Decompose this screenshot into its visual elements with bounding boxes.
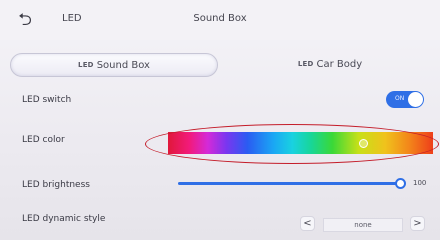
page-title: Sound Box — [193, 13, 247, 24]
led-dynamic-style-label: LED dynamic style — [22, 214, 106, 224]
led-switch-toggle[interactable]: ON — [386, 91, 424, 108]
brightness-value: 100 — [413, 179, 427, 187]
led-brightness-label: LED brightness — [22, 180, 90, 190]
led-icon: LED — [297, 60, 314, 68]
back-arrow-icon: ⮌ — [18, 10, 32, 30]
toggle-knob — [408, 92, 423, 107]
tab-car-body[interactable]: LED Car Body — [225, 53, 435, 75]
brightness-slider-handle[interactable] — [395, 178, 406, 189]
section-title: LED — [62, 13, 82, 24]
color-picker-handle[interactable] — [359, 139, 368, 148]
tab-label: Sound Box — [96, 59, 150, 71]
dynamic-style-value: none — [323, 218, 403, 232]
led-color-label: LED color — [22, 135, 65, 145]
tab-sound-box[interactable]: LED Sound Box — [10, 53, 218, 77]
style-prev-button[interactable]: < — [300, 216, 315, 231]
led-settings-screen: ⮌ LED Sound Box LED Sound Box LED Car Bo… — [0, 0, 440, 240]
device-tabs: LED Sound Box LED Car Body — [10, 53, 438, 77]
led-icon: LED — [78, 61, 94, 69]
toggle-state-text: ON — [395, 95, 405, 102]
led-switch-label: LED switch — [22, 95, 72, 105]
back-button[interactable]: ⮌ — [14, 11, 36, 29]
top-bar: ⮌ LED Sound Box — [0, 0, 440, 40]
style-next-button[interactable]: > — [410, 216, 425, 231]
tab-label: Car Body — [316, 58, 363, 70]
brightness-slider-track[interactable] — [178, 182, 402, 185]
color-spectrum-picker[interactable] — [168, 132, 433, 154]
